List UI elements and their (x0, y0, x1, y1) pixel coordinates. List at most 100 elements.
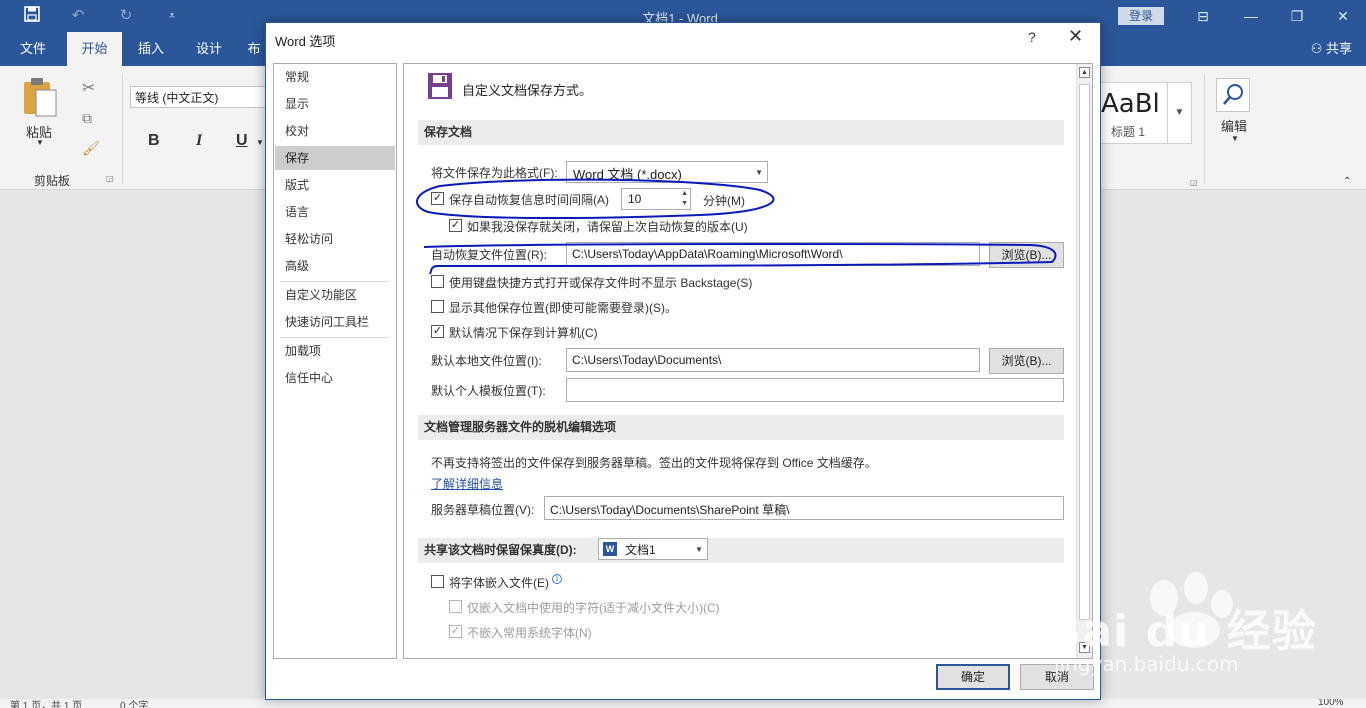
section-fidelity: 共享该文档时保留保真度(D): (418, 538, 1064, 563)
close-dialog-button[interactable]: ✕ (1068, 26, 1083, 47)
login-button[interactable]: 登录 (1118, 7, 1164, 25)
server-drafts-field[interactable]: C:\Users\Today\Documents\SharePoint 草稿\ (544, 496, 1064, 520)
embed-fonts-checkbox[interactable] (431, 575, 444, 588)
underline-dropdown-icon[interactable]: ▼ (256, 138, 264, 147)
nav-item-accessibility[interactable]: 轻松访问 (275, 227, 395, 251)
nav-item-customize-ribbon[interactable]: 自定义功能区 (275, 283, 395, 307)
edit-dropdown-icon[interactable]: ▼ (1231, 134, 1239, 143)
tab-layout[interactable]: 布 (242, 32, 266, 66)
ribbon-display-icon[interactable]: ⊟ (1188, 6, 1218, 26)
ok-button[interactable]: 确定 (936, 664, 1010, 690)
nav-item-quick-access[interactable]: 快速访问工具栏 (275, 310, 395, 334)
scroll-up-icon[interactable]: ▲ (1079, 67, 1090, 78)
style-name: 标题 1 (1111, 125, 1146, 139)
clipboard-group-label: 剪贴板 (34, 174, 71, 188)
save-to-computer-checkbox[interactable]: ✓ (431, 325, 444, 338)
no-backstage-checkbox[interactable] (431, 275, 444, 288)
nav-item-trust-center[interactable]: 信任中心 (275, 366, 395, 390)
learn-more-link[interactable]: 了解详细信息 (431, 475, 503, 492)
options-nav: 常规 显示 校对 保存 版式 语言 轻松访问 高级 自定义功能区 快速访问工具栏… (273, 63, 397, 659)
styles-launcher-icon[interactable]: ◲ (1190, 178, 1198, 187)
redo-icon[interactable]: ↻ (114, 6, 138, 26)
dialog-launcher-icon[interactable]: ◲ (106, 174, 114, 183)
spin-up-icon[interactable]: ▲ (681, 190, 688, 197)
embed-used-chars-checkbox[interactable] (449, 600, 462, 613)
default-local-label: 默认本地文件位置(I): (431, 354, 542, 368)
nav-item-general[interactable]: 常规 (275, 65, 395, 89)
save-to-computer-label: 默认情况下保存到计算机(C) (449, 326, 598, 340)
section-save-documents: 保存文档 (418, 120, 1064, 145)
embed-fonts-label: 将字体嵌入文件(E) (449, 576, 549, 590)
fidelity-doc-value: 文档1 (625, 543, 656, 557)
nav-item-language[interactable]: 语言 (275, 200, 395, 224)
help-button[interactable]: ? (1028, 29, 1036, 45)
styles-gallery[interactable]: AaBl 标题 1 ▼ (1094, 82, 1192, 144)
underline-button[interactable]: U (236, 132, 248, 150)
spin-down-icon[interactable]: ▼ (681, 200, 688, 207)
copy-icon[interactable]: ⧉ (82, 110, 92, 127)
font-name-combo[interactable]: 等线 (中文正文) (130, 86, 270, 108)
nav-item-typography[interactable]: 版式 (275, 173, 395, 197)
undo-icon[interactable]: ↶ (66, 6, 90, 26)
offline-note: 不再支持将签出的文件保存到服务器草稿。签出的文件现将保存到 Office 文档缓… (431, 456, 877, 470)
person-icon: ⚇ (1310, 41, 1323, 56)
no-common-fonts-label: 不嵌入常用系统字体(N) (467, 626, 592, 640)
group-divider (122, 74, 123, 184)
content-scrollbar[interactable]: ▲ ▼ (1076, 64, 1092, 658)
paste-dropdown-icon[interactable]: ▼ (36, 138, 44, 147)
browse-local-button[interactable]: 浏览(B)... (989, 348, 1064, 374)
tab-home[interactable]: 开始 (67, 32, 122, 66)
zoom-level[interactable]: 100% (1318, 699, 1344, 708)
format-label: 将文件保存为此格式(F): (431, 166, 558, 180)
word-count[interactable]: 0 个字 (120, 699, 148, 708)
scroll-thumb[interactable] (1079, 84, 1090, 620)
share-button[interactable]: ⚇ 共享 (1311, 32, 1352, 66)
autorecover-minutes-spinner[interactable]: 10 ▲ ▼ (621, 188, 691, 210)
info-icon[interactable]: i (552, 574, 562, 584)
group-divider-2 (1204, 74, 1205, 184)
tab-insert[interactable]: 插入 (126, 32, 176, 66)
no-common-fonts-checkbox[interactable]: ✓ (449, 625, 462, 638)
nav-item-display[interactable]: 显示 (275, 92, 395, 116)
search-icon[interactable] (1216, 78, 1250, 112)
close-window-button[interactable]: ✕ (1328, 6, 1358, 26)
cut-icon[interactable]: ✂ (82, 78, 95, 98)
paste-icon[interactable] (22, 76, 58, 118)
embed-used-chars-label: 仅嵌入文档中使用的字符(适于减小文件大小)(C) (467, 601, 720, 615)
autorecover-location-field[interactable]: C:\Users\Today\AppData\Roaming\Microsoft… (566, 242, 980, 266)
browse-button[interactable]: 浏览(B)... (989, 242, 1064, 268)
fidelity-doc-select[interactable]: W 文档1 ▼ (598, 538, 708, 560)
autorecover-checkbox[interactable]: ✓ (431, 192, 444, 205)
autorecover-minutes-value: 10 (628, 192, 642, 206)
page-count[interactable]: 第 1 页，共 1 页 (10, 699, 82, 708)
fidelity-label: 共享该文档时保留保真度(D): (424, 543, 577, 557)
edit-label[interactable]: 编辑 (1221, 116, 1247, 135)
format-select[interactable]: Word 文档 (*.docx) ▼ (566, 161, 768, 183)
italic-button[interactable]: I (196, 132, 202, 150)
default-template-field[interactable] (566, 378, 1064, 402)
chevron-down-icon: ▼ (755, 168, 763, 177)
tab-design[interactable]: 设计 (184, 32, 234, 66)
nav-item-advanced[interactable]: 高级 (275, 254, 395, 278)
style-sample: AaBl (1101, 89, 1160, 119)
section-offline-editing: 文档管理服务器文件的脱机编辑选项 (418, 415, 1064, 440)
restore-button[interactable]: ❐ (1282, 6, 1312, 26)
tab-file[interactable]: 文件 (8, 32, 58, 66)
keep-last-checkbox[interactable]: ✓ (449, 219, 462, 232)
show-other-locations-checkbox[interactable] (431, 300, 444, 313)
default-local-field[interactable]: C:\Users\Today\Documents\ (566, 348, 980, 372)
status-bar: 第 1 页，共 1 页 0 个字 100% (0, 699, 1366, 708)
options-content: 自定义文档保存方式。 保存文档 将文件保存为此格式(F): Word 文档 (*… (403, 63, 1093, 659)
nav-item-addins[interactable]: 加载项 (275, 339, 395, 363)
styles-more-icon[interactable]: ▼ (1167, 83, 1191, 143)
customize-qat-icon[interactable]: ⩡ (160, 6, 184, 26)
bold-button[interactable]: B (148, 132, 160, 150)
format-painter-icon[interactable]: 🖌 (82, 140, 100, 157)
nav-item-save[interactable]: 保存 (275, 146, 395, 170)
no-backstage-label: 使用键盘快捷方式打开或保存文件时不显示 Backstage(S) (449, 276, 753, 290)
page-header: 自定义文档保存方式。 (462, 83, 593, 98)
minimize-button[interactable]: — (1236, 6, 1266, 26)
nav-item-proofing[interactable]: 校对 (275, 119, 395, 143)
save-icon[interactable] (20, 6, 44, 26)
collapse-ribbon-icon[interactable]: ⌃ (1343, 176, 1351, 187)
